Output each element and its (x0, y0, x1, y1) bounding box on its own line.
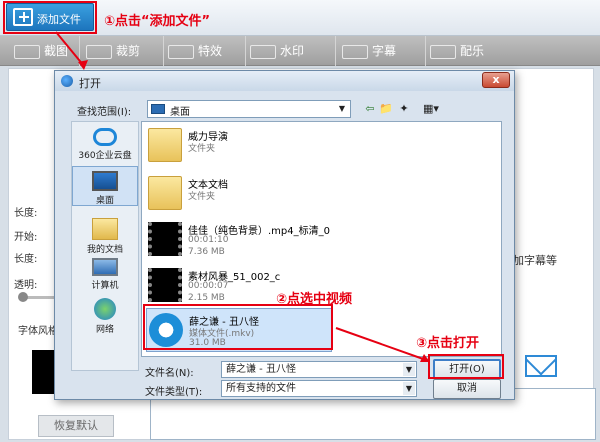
place-cloud[interactable]: 360企业云盘 (72, 128, 138, 161)
length-label: 长度: (14, 208, 38, 219)
duration-label: 长度: (14, 254, 38, 265)
look-in-value: 桌面 (170, 107, 190, 118)
look-in-label: 查找范围(I): (77, 107, 132, 118)
documents-icon (92, 218, 118, 240)
list-item[interactable]: 佳佳（纯色背景）.mp4_标清_0 00:01:10 7.36 MB (146, 218, 332, 262)
tab-music[interactable]: 配乐 (430, 36, 510, 66)
desktop-small-icon (151, 104, 165, 114)
step2-highlight-box (143, 304, 333, 350)
video-thumb-icon (148, 268, 182, 302)
music-icon (430, 44, 456, 59)
folder-icon (148, 176, 182, 210)
list-item[interactable]: 文本文档 文件夹 (146, 172, 332, 216)
place-computer[interactable]: 计算机 (72, 258, 138, 291)
look-in-select[interactable]: 桌面 ▼ (147, 100, 351, 118)
step2-annotation: ②点选中视频 (276, 292, 353, 307)
cloud-icon (93, 128, 117, 146)
font-style-label: 字体风格 (18, 326, 58, 337)
view-menu-icon[interactable]: ▦▾ (419, 101, 443, 117)
places-bar: 360企业云盘 桌面 我的文档 计算机 网络 (71, 121, 139, 371)
screenshot-icon (14, 44, 40, 59)
tab-crop[interactable]: 裁剪 (86, 36, 164, 66)
network-icon (94, 298, 116, 320)
dialog-title-bar: 打开 x (55, 71, 514, 91)
chevron-down-icon: ▼ (338, 104, 346, 113)
list-item[interactable]: 威力导演 文件夹 (146, 124, 332, 168)
subtitle-hint-text: 加字幕等 (513, 254, 557, 267)
up-folder-icon[interactable]: 📁 (379, 101, 393, 117)
opacity-slider-knob[interactable] (18, 292, 28, 302)
step1-arrow (55, 31, 88, 70)
tab-effects[interactable]: 特效 (168, 36, 246, 66)
mail-icon[interactable] (525, 355, 557, 377)
app-icon (61, 75, 73, 87)
back-arrow-icon[interactable]: ⇦ (363, 101, 377, 117)
effects-icon (168, 44, 194, 59)
place-documents[interactable]: 我的文档 (72, 218, 138, 255)
step3-arrow (335, 327, 430, 362)
cancel-button[interactable]: 取消 (433, 379, 501, 399)
start-label: 开始: (14, 232, 38, 243)
new-folder-icon[interactable]: ✦ (397, 101, 411, 117)
tab-subtitles[interactable]: 字幕 (342, 36, 426, 66)
desktop-icon (92, 171, 118, 191)
folder-icon (148, 128, 182, 162)
restore-default-button[interactable]: 恢复默认 (38, 415, 114, 437)
place-desktop[interactable]: 桌面 (72, 166, 138, 206)
computer-icon (92, 258, 118, 276)
close-button[interactable]: x (482, 72, 510, 88)
filetype-label: 文件类型(T): (145, 387, 203, 398)
place-network[interactable]: 网络 (72, 298, 138, 335)
filename-label: 文件名(N): (145, 368, 194, 379)
dialog-title: 打开 (79, 77, 101, 90)
chevron-down-icon[interactable]: ▼ (403, 382, 415, 395)
video-thumb-icon (148, 222, 182, 256)
filetype-select[interactable]: 所有支持的文件 ▼ (221, 380, 417, 397)
step1-annotation: ①点击“添加文件” (104, 14, 211, 29)
watermark-icon (250, 44, 276, 59)
opacity-label: 透明: (14, 280, 38, 291)
step3-highlight-box (428, 354, 504, 379)
tab-watermark[interactable]: 水印 (250, 36, 336, 66)
subtitles-icon (342, 44, 368, 59)
